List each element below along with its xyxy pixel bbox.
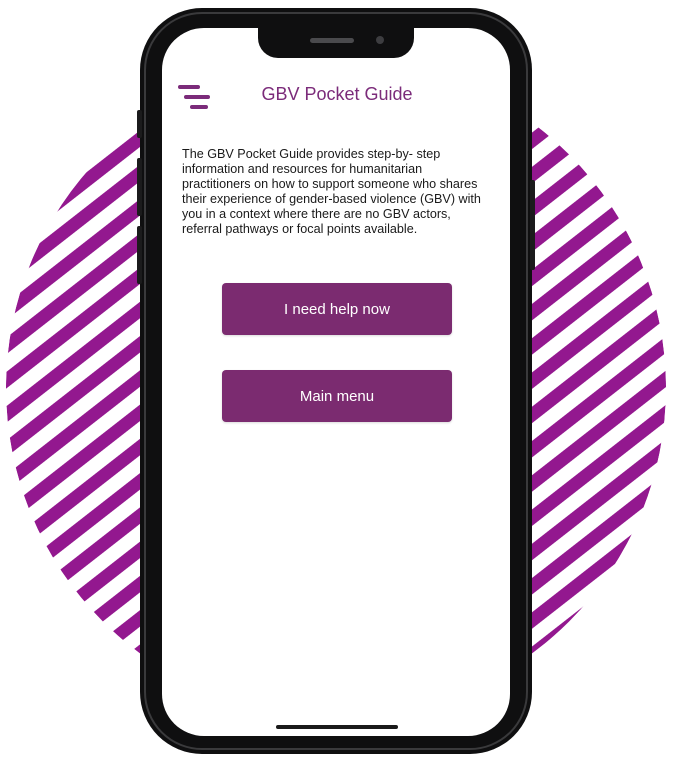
- phone-device: GBV Pocket Guide The GBV Pocket Guide pr…: [137, 8, 535, 754]
- front-camera: [376, 36, 384, 44]
- volume-up-button: [137, 110, 142, 138]
- home-indicator[interactable]: [276, 725, 398, 729]
- menu-icon[interactable]: [178, 82, 212, 112]
- power-button: [530, 180, 535, 270]
- phone-notch: [258, 28, 414, 58]
- volume-down-button: [137, 158, 142, 216]
- app-screen: GBV Pocket Guide The GBV Pocket Guide pr…: [162, 28, 510, 736]
- main-menu-button[interactable]: Main menu: [222, 370, 452, 422]
- silent-switch: [137, 226, 142, 284]
- speaker-grille: [310, 38, 354, 43]
- app-title: GBV Pocket Guide: [261, 84, 413, 104]
- intro-text: The GBV Pocket Guide provides step-by- s…: [182, 147, 481, 236]
- help-now-button[interactable]: I need help now: [222, 283, 452, 335]
